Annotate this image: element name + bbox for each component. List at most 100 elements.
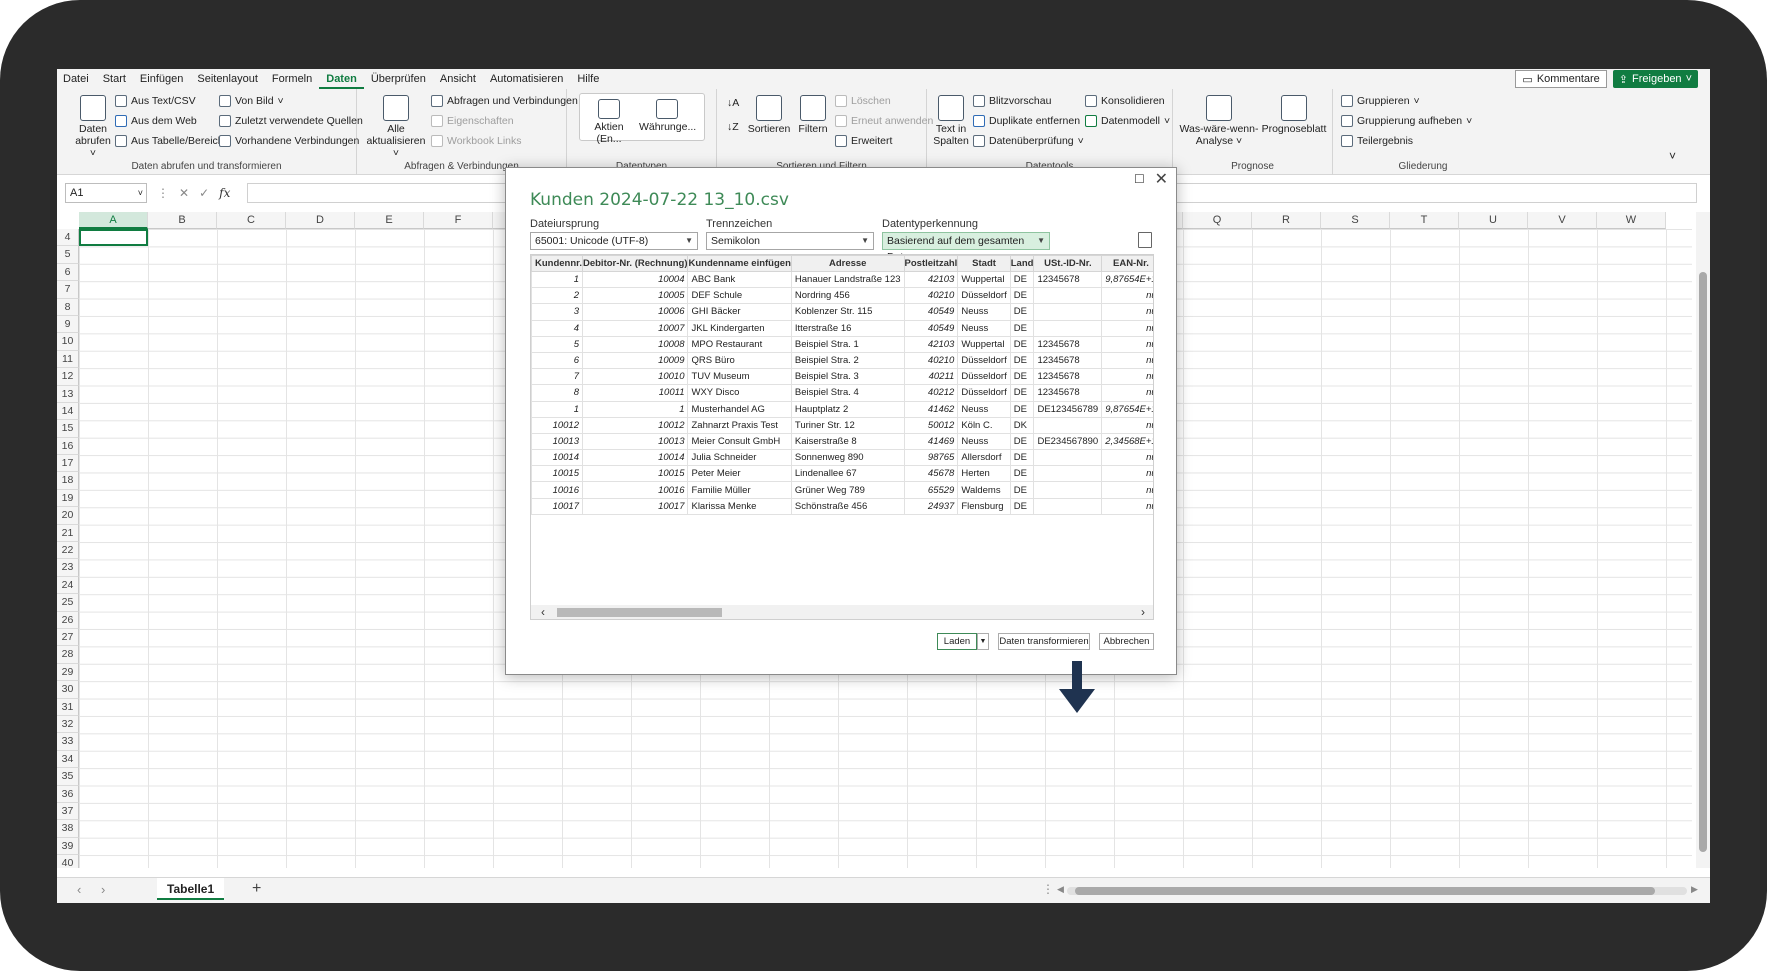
column-header-E[interactable]: E xyxy=(355,212,424,229)
preview-column-header[interactable]: EAN-Nr. xyxy=(1101,255,1153,272)
type-detection-select[interactable]: Basierend auf dem gesamten Data...▼ xyxy=(882,232,1050,263)
scroll-left-icon[interactable]: ◀ xyxy=(1057,884,1064,895)
row-header-17[interactable]: 17 xyxy=(57,455,79,473)
column-header-Q[interactable]: Q xyxy=(1183,212,1252,229)
row-header-11[interactable]: 11 xyxy=(57,350,79,369)
row-header-10[interactable]: 10 xyxy=(57,333,79,351)
preview-column-header[interactable]: USt.-ID-Nr. xyxy=(1033,255,1103,272)
data-model-button[interactable]: Datenmodell ˅ xyxy=(1085,115,1170,127)
row-header-33[interactable]: 33 xyxy=(57,733,79,751)
row-header-23[interactable]: 23 xyxy=(57,559,79,577)
row-header-34[interactable]: 34 xyxy=(57,750,79,769)
ungroup-button[interactable]: Gruppierung aufheben ˅ xyxy=(1341,115,1472,127)
queries-connections-button[interactable]: Abfragen und Verbindungen xyxy=(431,95,578,107)
row-header-26[interactable]: 26 xyxy=(57,611,79,629)
menu-item-7[interactable]: Ansicht xyxy=(433,69,483,89)
preview-column-header[interactable]: Debitor-Nr. (Rechnung) xyxy=(581,255,689,272)
refresh-all-button[interactable]: Alle aktualisieren ˅ xyxy=(365,95,427,159)
stocks-button[interactable]: Aktien (En... xyxy=(581,99,637,145)
row-header-28[interactable]: 28 xyxy=(57,646,79,664)
collapse-ribbon-button[interactable]: ˅ xyxy=(1669,149,1676,163)
row-header-16[interactable]: 16 xyxy=(57,437,79,456)
row-header-32[interactable]: 32 xyxy=(57,715,79,734)
column-header-C[interactable]: C xyxy=(217,212,286,229)
row-header-5[interactable]: 5 xyxy=(57,246,79,264)
preview-column-header[interactable]: Postleitzahl xyxy=(903,255,959,272)
row-header-29[interactable]: 29 xyxy=(57,663,79,682)
menu-item-3[interactable]: Seitenlayout xyxy=(190,69,265,89)
menu-item-5[interactable]: Daten xyxy=(319,69,364,89)
horizontal-scroll-thumb[interactable] xyxy=(1075,887,1655,895)
comments-button[interactable]: ▭ Kommentare xyxy=(1515,70,1607,88)
from-table-button[interactable]: Aus Tabelle/Bereich xyxy=(115,135,224,147)
workbook-links-button[interactable]: Workbook Links xyxy=(431,135,522,147)
row-header-31[interactable]: 31 xyxy=(57,698,79,716)
menu-item-6[interactable]: Überprüfen xyxy=(364,69,433,89)
scroll-right-icon[interactable]: ▶ xyxy=(1691,884,1698,895)
row-header-38[interactable]: 38 xyxy=(57,820,79,838)
transform-data-button[interactable]: Daten transformieren xyxy=(998,633,1090,650)
column-header-A[interactable]: A xyxy=(79,212,148,229)
row-header-19[interactable]: 19 xyxy=(57,489,79,508)
chevron-right-icon[interactable]: › xyxy=(101,882,105,897)
get-data-button[interactable]: Daten abrufen ˅ xyxy=(71,95,115,159)
preview-column-header[interactable]: Adresse xyxy=(790,255,905,272)
what-if-button[interactable]: Was-wäre-wenn- Analyse ˅ xyxy=(1179,95,1259,147)
menu-item-0[interactable]: Datei xyxy=(57,69,96,89)
group-rows-button[interactable]: Gruppieren ˅ xyxy=(1341,95,1420,107)
column-header-U[interactable]: U xyxy=(1459,212,1528,229)
row-header-4[interactable]: 4 xyxy=(57,229,79,247)
recent-sources-button[interactable]: Zuletzt verwendete Quellen xyxy=(219,115,363,127)
name-box[interactable]: A1 ˅ xyxy=(65,183,147,203)
load-options-button[interactable]: ▼ xyxy=(977,633,989,650)
advanced-filter-button[interactable]: Erweitert xyxy=(835,135,892,147)
menu-item-9[interactable]: Hilfe xyxy=(570,69,606,89)
column-header-F[interactable]: F xyxy=(424,212,493,229)
row-header-15[interactable]: 15 xyxy=(57,420,79,438)
menu-item-2[interactable]: Einfügen xyxy=(133,69,190,89)
from-image-button[interactable]: Von Bild ˅ xyxy=(219,95,284,107)
column-header-B[interactable]: B xyxy=(148,212,217,229)
row-header-36[interactable]: 36 xyxy=(57,785,79,803)
function-icon[interactable]: fx xyxy=(219,186,230,200)
filter-button[interactable]: Filtern xyxy=(795,95,831,135)
preview-scroll-thumb[interactable] xyxy=(557,608,722,617)
column-header-D[interactable]: D xyxy=(286,212,355,229)
row-header-39[interactable]: 39 xyxy=(57,837,79,856)
column-header-T[interactable]: T xyxy=(1390,212,1459,229)
consolidate-button[interactable]: Konsolidieren xyxy=(1085,95,1165,107)
chevron-right-icon[interactable]: › xyxy=(1141,605,1145,619)
vertical-scroll-thumb[interactable] xyxy=(1699,272,1707,852)
row-header-24[interactable]: 24 xyxy=(57,576,79,595)
column-header-V[interactable]: V xyxy=(1528,212,1597,229)
horizontal-scrollbar[interactable] xyxy=(1067,887,1687,895)
row-header-13[interactable]: 13 xyxy=(57,385,79,403)
load-button[interactable]: Laden xyxy=(937,633,977,650)
sheet-tab-tabelle1[interactable]: Tabelle1 xyxy=(157,878,225,900)
maximize-icon[interactable]: ☐ xyxy=(1134,172,1146,186)
row-header-25[interactable]: 25 xyxy=(57,594,79,612)
clear-filter-button[interactable]: Löschen xyxy=(835,95,891,107)
menu-item-4[interactable]: Formeln xyxy=(265,69,319,89)
row-header-35[interactable]: 35 xyxy=(57,768,79,786)
chevron-left-icon[interactable]: ‹ xyxy=(77,882,81,897)
sort-za-button[interactable]: ↓Z xyxy=(727,121,739,133)
selected-cell[interactable] xyxy=(79,229,148,247)
sort-button[interactable]: Sortieren xyxy=(747,95,791,135)
delimiter-select[interactable]: Semikolon ▼ xyxy=(706,232,874,250)
row-header-30[interactable]: 30 xyxy=(57,681,79,699)
cancel-button[interactable]: Abbrechen xyxy=(1099,633,1154,650)
row-header-14[interactable]: 14 xyxy=(57,402,79,421)
column-header-W[interactable]: W xyxy=(1597,212,1666,229)
preview-scrollbar[interactable]: ‹ › xyxy=(531,605,1153,619)
flash-fill-button[interactable]: Blitzvorschau xyxy=(973,95,1051,107)
add-sheet-icon[interactable]: + xyxy=(252,880,261,898)
refresh-preview-icon[interactable] xyxy=(1138,232,1152,248)
sort-az-button[interactable]: ↓A xyxy=(727,97,739,109)
properties-button[interactable]: Eigenschaften xyxy=(431,115,514,127)
row-header-40[interactable]: 40 xyxy=(57,855,79,868)
text-to-columns-button[interactable]: Text in Spalten xyxy=(931,95,971,147)
vertical-scrollbar[interactable] xyxy=(1696,212,1710,868)
existing-connections-button[interactable]: Vorhandene Verbindungen xyxy=(219,135,359,147)
row-header-20[interactable]: 20 xyxy=(57,507,79,525)
